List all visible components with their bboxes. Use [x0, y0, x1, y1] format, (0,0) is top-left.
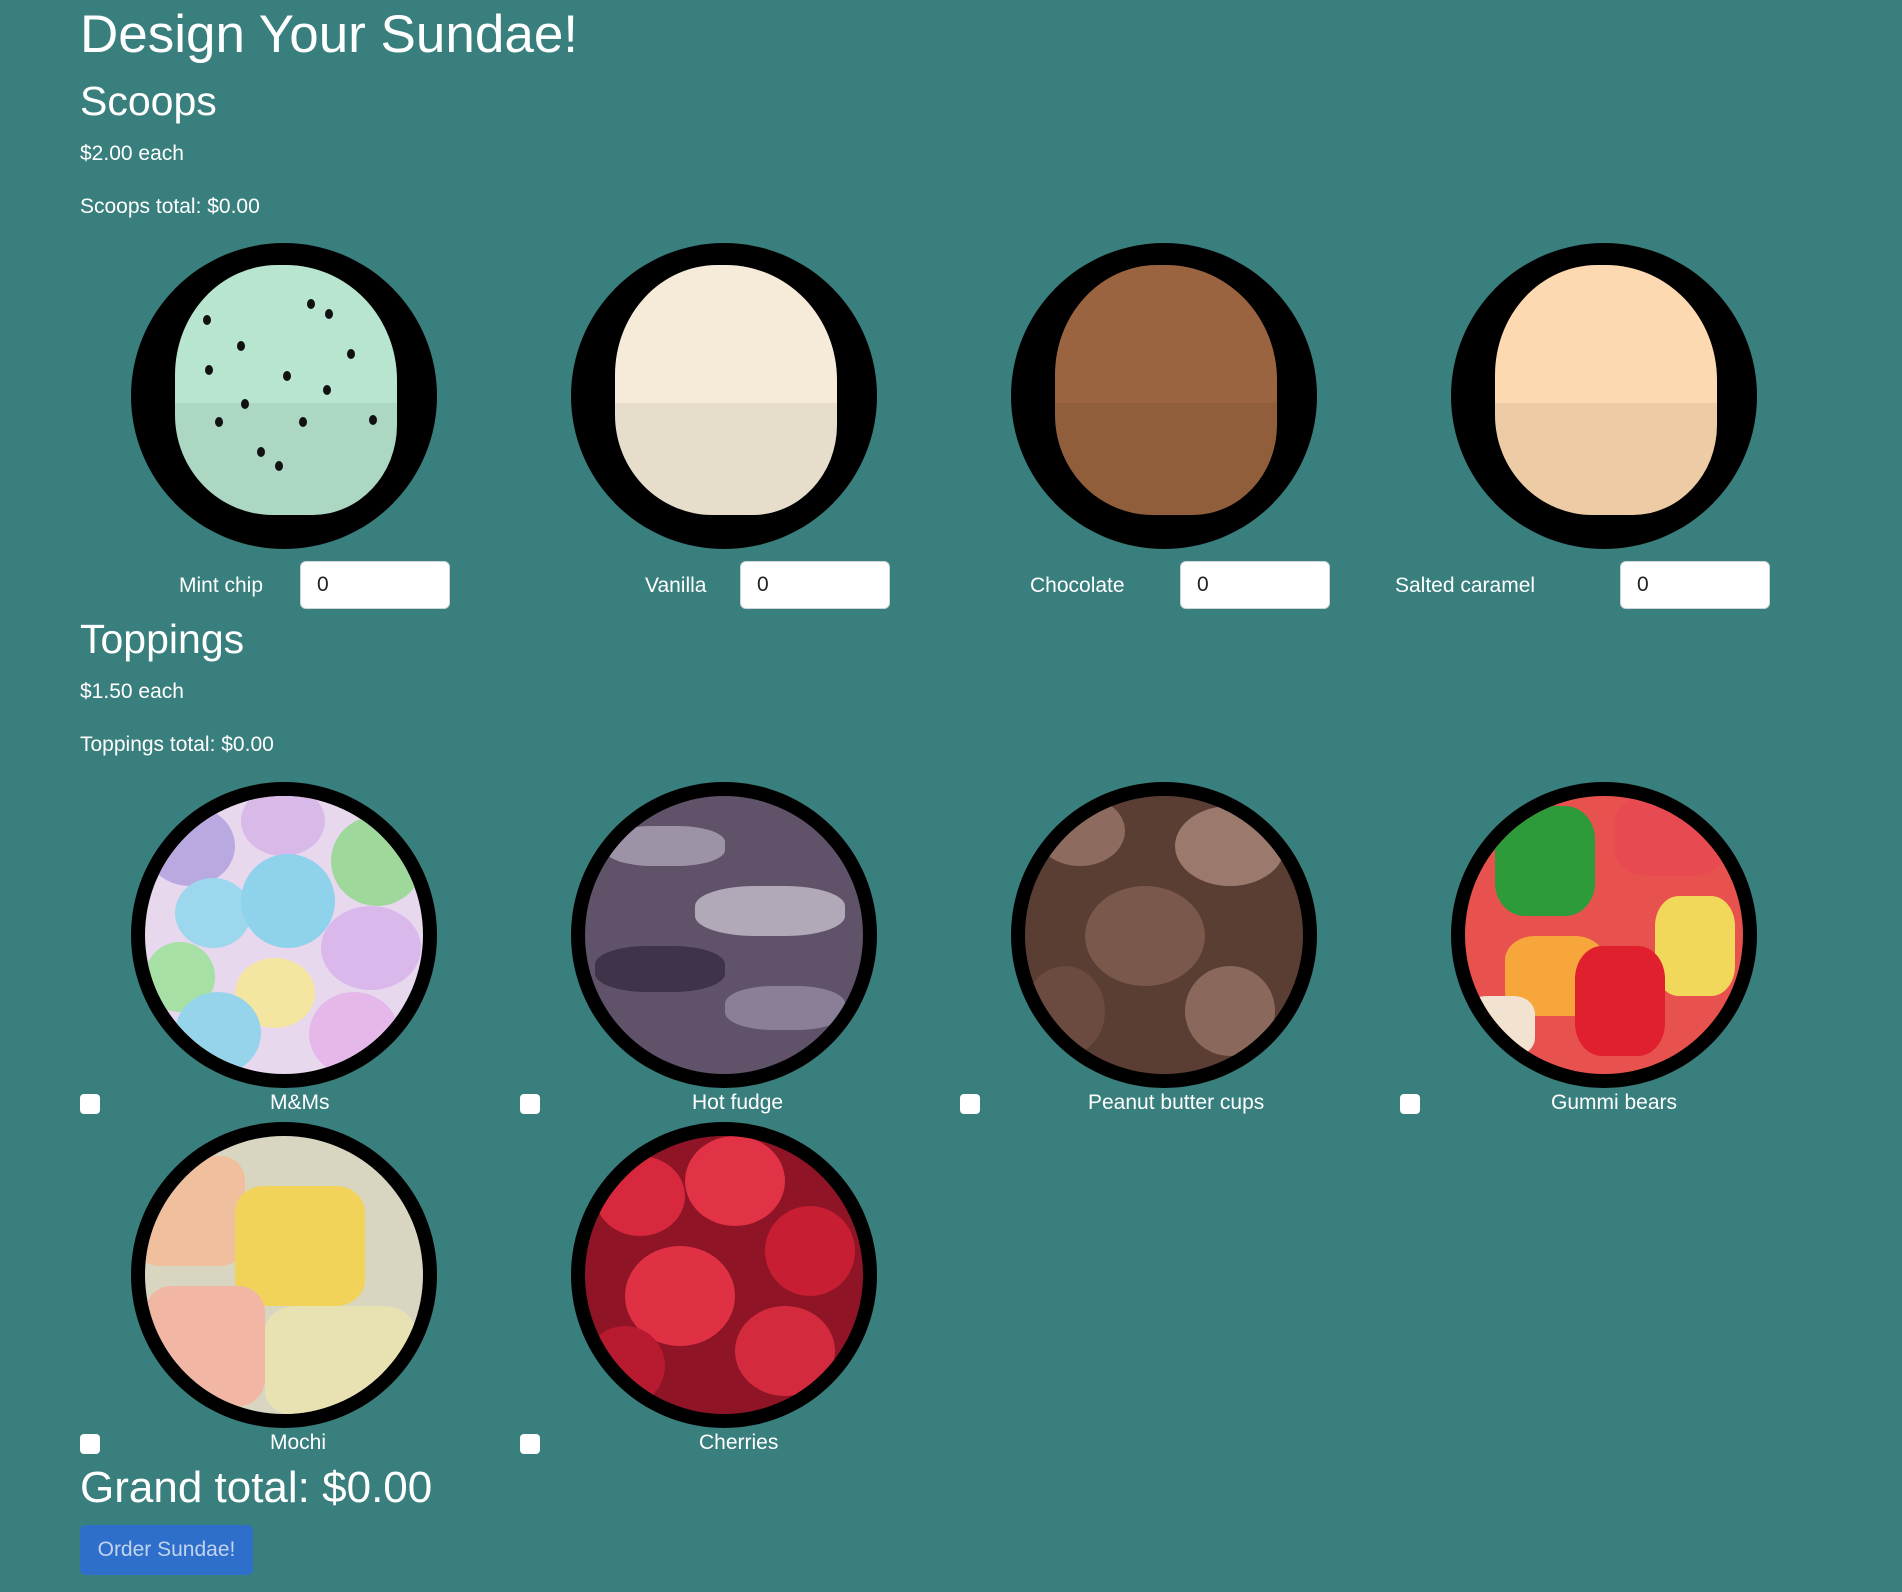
- scoops-heading: Scoops: [80, 78, 217, 124]
- toppings-heading: Toppings: [80, 616, 245, 662]
- topping-label: Cherries: [699, 1431, 779, 1454]
- scoop-label: Mint chip: [179, 574, 264, 597]
- topping-label: Gummi bears: [1551, 1091, 1678, 1114]
- salted-caramel-scoop-image: [1451, 243, 1757, 549]
- vanilla-scoop-image: [571, 243, 877, 549]
- page-title: Design Your Sundae!: [80, 5, 579, 64]
- chocolate-quantity-input[interactable]: [1180, 561, 1330, 609]
- scoops-price: $2.00 each: [80, 142, 184, 165]
- toppings-total: Toppings total: $0.00: [80, 733, 274, 756]
- scoop-shape: [1495, 265, 1717, 515]
- chocolate-scoop-image: [1011, 243, 1317, 549]
- mms-checkbox[interactable]: [80, 1094, 100, 1114]
- peanut-butter-cups-topping-image: [1011, 782, 1317, 1088]
- scoop-label: Salted caramel: [1395, 574, 1536, 597]
- order-sundae-button[interactable]: Order Sundae!: [80, 1525, 253, 1575]
- mint-chip-scoop-image: [131, 243, 437, 549]
- scoop-label: Chocolate: [1030, 574, 1125, 597]
- scoop-shape: [175, 265, 397, 515]
- gummi-bears-topping-image: [1451, 782, 1757, 1088]
- mochi-topping-image: [131, 1122, 437, 1428]
- scoop-shape: [1055, 265, 1277, 515]
- topping-label: M&Ms: [270, 1091, 330, 1114]
- topping-label: Peanut butter cups: [1088, 1091, 1265, 1114]
- mochi-checkbox[interactable]: [80, 1434, 100, 1454]
- scoop-label: Vanilla: [645, 574, 707, 597]
- grand-total: Grand total: $0.00: [80, 1463, 433, 1512]
- hot-fudge-topping-image: [571, 782, 877, 1088]
- peanut-butter-cups-checkbox[interactable]: [960, 1094, 980, 1114]
- cherries-topping-image: [571, 1122, 877, 1428]
- mms-topping-image: [131, 782, 437, 1088]
- vanilla-quantity-input[interactable]: [740, 561, 890, 609]
- topping-label: Hot fudge: [692, 1091, 784, 1114]
- toppings-price: $1.50 each: [80, 680, 184, 703]
- mint-chip-quantity-input[interactable]: [300, 561, 450, 609]
- scoops-total: Scoops total: $0.00: [80, 195, 260, 218]
- topping-label: Mochi: [270, 1431, 327, 1454]
- salted-caramel-quantity-input[interactable]: [1620, 561, 1770, 609]
- hot-fudge-checkbox[interactable]: [520, 1094, 540, 1114]
- gummi-bears-checkbox[interactable]: [1400, 1094, 1420, 1114]
- scoop-shape: [615, 265, 837, 515]
- cherries-checkbox[interactable]: [520, 1434, 540, 1454]
